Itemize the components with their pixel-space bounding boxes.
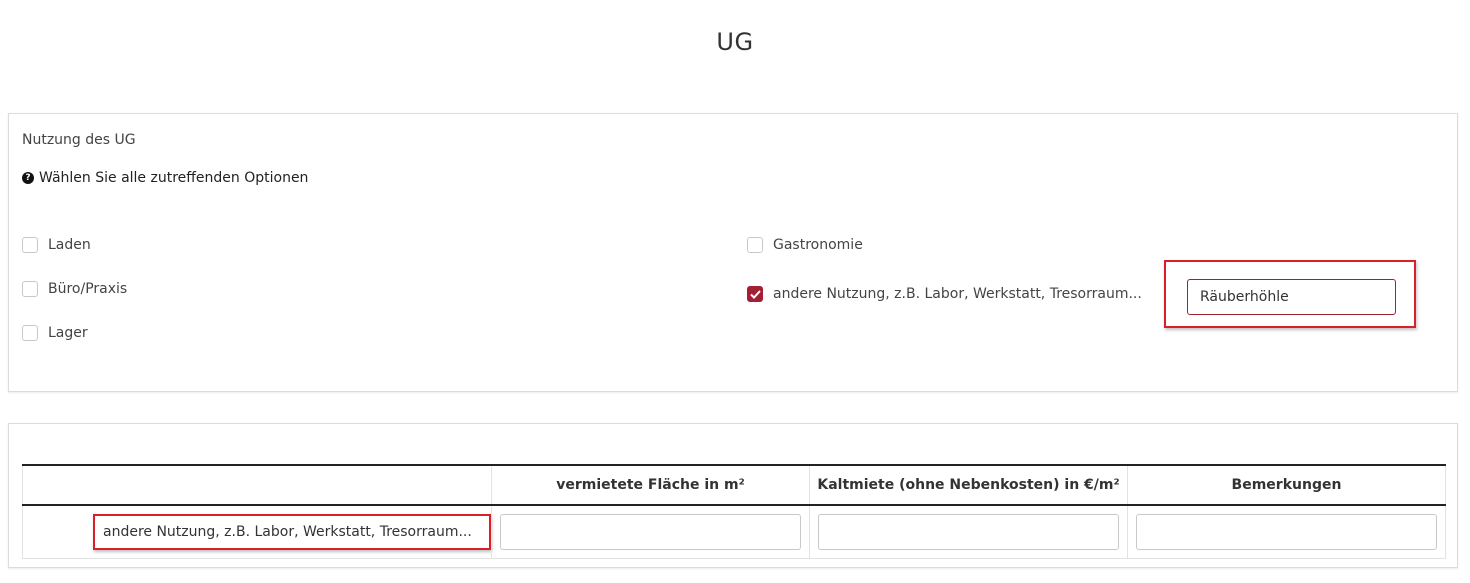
table-cell [1127,505,1446,559]
option-andere-nutzung[interactable]: andere Nutzung, z.B. Labor, Werkstatt, T… [747,286,1142,302]
checkbox-lager[interactable] [22,325,38,341]
row-label: andere Nutzung, z.B. Labor, Werkstatt, T… [93,514,491,550]
option-lager[interactable]: Lager [22,325,88,341]
table-cell [491,505,810,559]
table-row: andere Nutzung, z.B. Labor, Werkstatt, T… [22,505,1446,559]
option-label: Büro/Praxis [48,281,128,297]
table-header-row: vermietete Fläche in m² Kaltmiete (ohne … [22,464,1446,506]
area-input[interactable] [500,514,801,550]
option-buero-praxis[interactable]: Büro/Praxis [22,281,127,297]
column-header: Bemerkungen [1127,464,1446,506]
usage-table-panel: vermietete Fläche in m² Kaltmiete (ohne … [8,423,1458,568]
question-circle-icon: ? [22,172,34,184]
checkbox-laden[interactable] [22,237,38,253]
rent-input[interactable] [818,514,1119,550]
column-header: vermietete Fläche in m² [491,464,810,506]
hint: ? Wählen Sie alle zutreffenden Optionen [22,170,308,186]
row-label-cell: andere Nutzung, z.B. Labor, Werkstatt, T… [22,505,492,559]
checkmark-icon [749,289,761,299]
page-title: UG [716,28,754,56]
section-label: Nutzung des UG [22,132,136,148]
remarks-input[interactable] [1136,514,1437,550]
checkbox-buero-praxis[interactable] [22,281,38,297]
option-label: Gastronomie [773,237,863,253]
checkbox-andere-nutzung[interactable] [747,286,763,302]
other-usage-input[interactable] [1187,279,1396,315]
option-gastronomie[interactable]: Gastronomie [747,237,863,253]
hint-text: Wählen Sie alle zutreffenden Optionen [39,170,309,186]
usage-table: vermietete Fläche in m² Kaltmiete (ohne … [22,464,1446,559]
column-header [22,464,492,506]
option-label: Laden [48,237,91,253]
table-cell [809,505,1128,559]
column-header: Kaltmiete (ohne Nebenkosten) in €/m² [809,464,1128,506]
usage-panel: Nutzung des UG ? Wählen Sie alle zutreff… [8,113,1458,392]
option-laden[interactable]: Laden [22,237,91,253]
checkbox-gastronomie[interactable] [747,237,763,253]
option-label: Lager [48,325,88,341]
option-label: andere Nutzung, z.B. Labor, Werkstatt, T… [773,286,1142,302]
